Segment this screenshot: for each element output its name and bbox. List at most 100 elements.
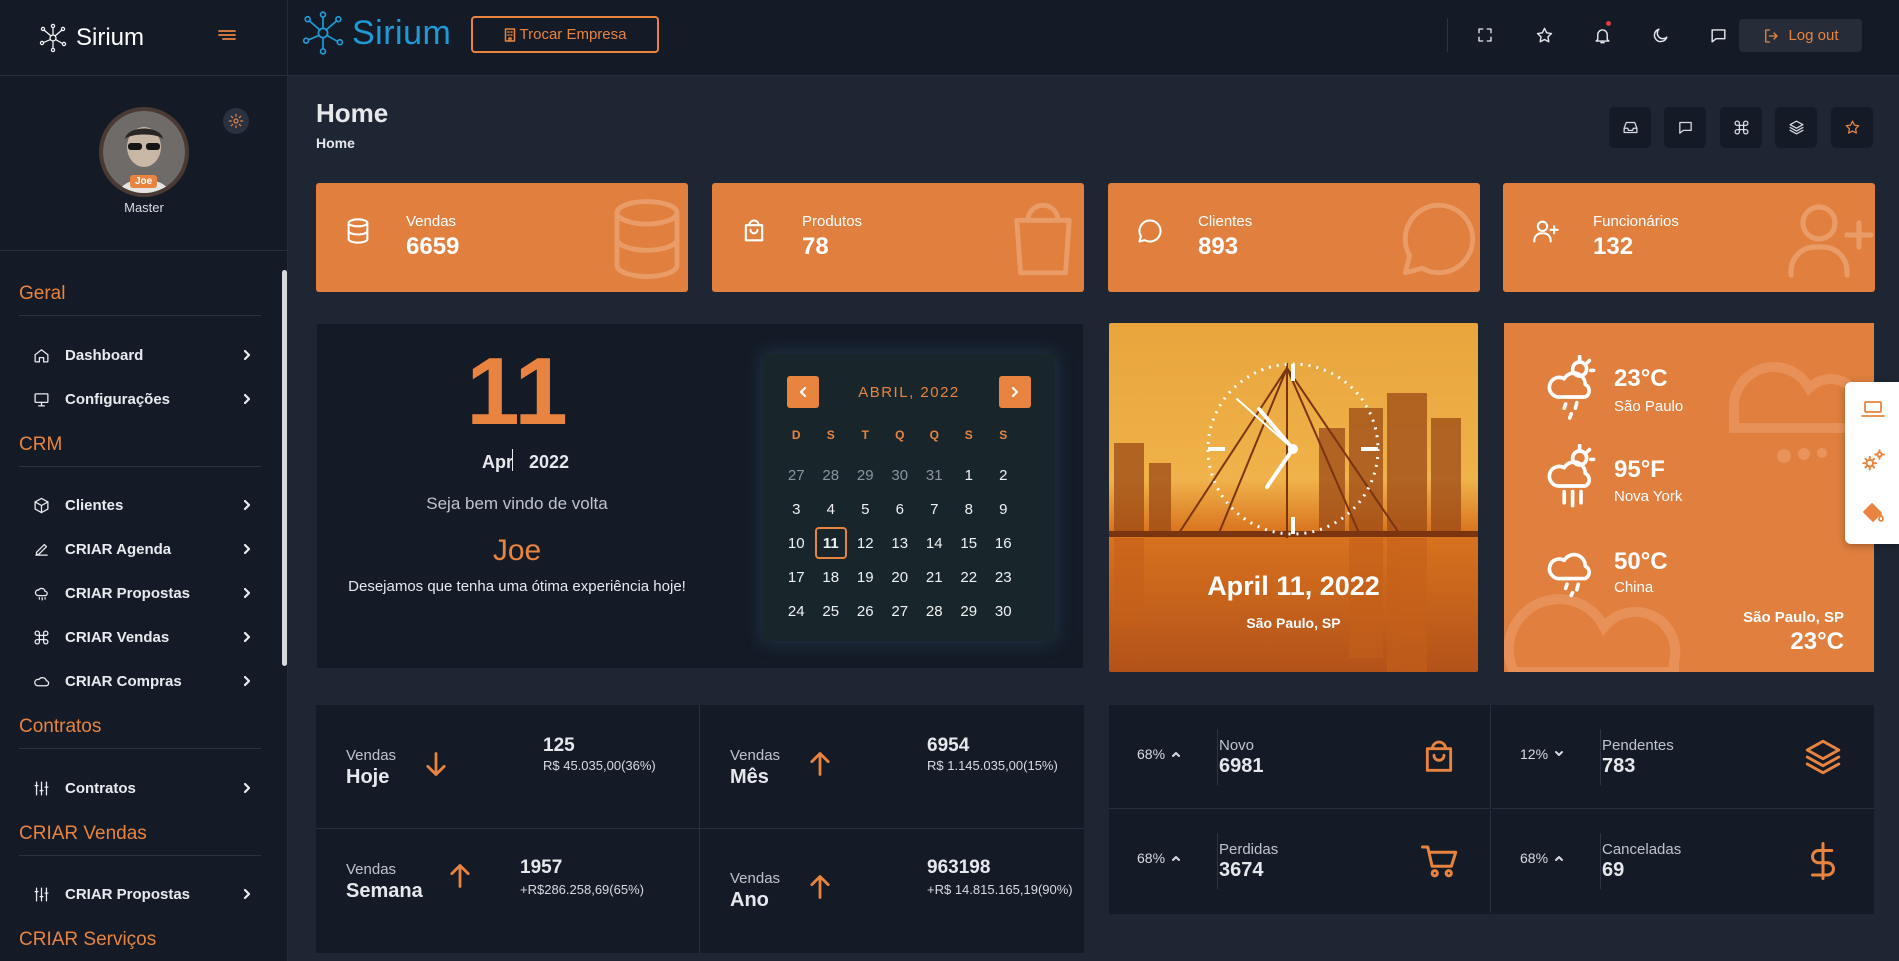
section-geral: Geral [19, 283, 261, 316]
sidebar-item-contratos[interactable]: Contratos [33, 777, 253, 799]
calendar-day[interactable]: 9 [986, 492, 1021, 526]
stat-card-funcionarios[interactable]: Funcionários 132 [1503, 183, 1875, 292]
profile-settings-gear-icon[interactable] [223, 108, 249, 134]
calendar-day[interactable]: 31 [917, 458, 952, 492]
switch-company-button[interactable]: Trocar Empresa [471, 16, 659, 53]
weather-temp: 95°F [1614, 456, 1665, 483]
orders-card-perdidas: 68% Perdidas 3674 [1109, 809, 1491, 913]
welcome-panel: 11 Apr 2022 Seja bem vindo de volta Joe … [316, 323, 1084, 669]
weather-city: São Paulo [1614, 398, 1684, 415]
calendar-day[interactable]: 4 [814, 492, 849, 526]
paint-bucket-icon [1860, 501, 1886, 525]
topbar-divider [1447, 18, 1448, 52]
divider [1217, 833, 1218, 889]
notifications-button[interactable] [1583, 18, 1621, 52]
welcome-message: Desejamos que tenha uma ótima experiênci… [348, 578, 686, 595]
calendar-day[interactable]: 23 [986, 560, 1021, 594]
sidebar-item-dashboard[interactable]: Dashboard [33, 344, 253, 366]
calendar-day[interactable]: 2 [986, 458, 1021, 492]
calendar-day[interactable]: 14 [917, 526, 952, 560]
calendar-day[interactable]: 29 [952, 594, 987, 628]
sidebar-scrollbar[interactable] [282, 270, 287, 666]
sidebar-item-criar-agenda[interactable]: CRIAR Agenda [33, 538, 253, 560]
orders-percent: 68% [1137, 746, 1181, 762]
favorite-page-button[interactable] [1831, 107, 1873, 148]
dark-mode-button[interactable] [1641, 18, 1679, 52]
calendar-day[interactable]: 6 [883, 492, 918, 526]
calendar-day[interactable]: 1 [952, 458, 987, 492]
calendar-day[interactable]: 17 [779, 560, 814, 594]
calendar-day[interactable]: 16 [986, 526, 1021, 560]
calendar-day[interactable]: 5 [848, 492, 883, 526]
top-logo[interactable]: Sirium [300, 10, 451, 56]
sidebar: Sirium Joe Master Geral Dashboard Config… [0, 0, 288, 961]
section-crm: CRM [19, 434, 261, 467]
calendar-day[interactable]: 13 [883, 526, 918, 560]
menu-toggle-icon[interactable] [216, 26, 238, 44]
calendar-day[interactable]: 10 [779, 526, 814, 560]
sidebar-item-configuracoes[interactable]: Configurações [33, 388, 253, 410]
calendar-day[interactable]: 28 [814, 458, 849, 492]
sidebar-item-clientes[interactable]: Clientes [33, 494, 253, 516]
star-icon [1535, 26, 1554, 45]
calendar-day[interactable]: 30 [986, 594, 1021, 628]
logout-button[interactable]: Log out [1739, 19, 1862, 52]
calendar-day[interactable]: 22 [952, 560, 987, 594]
favorites-button[interactable] [1525, 18, 1563, 52]
chevron-right-icon [241, 675, 253, 687]
calendar-weekday: T [861, 428, 869, 442]
calendar-day[interactable]: 15 [952, 526, 987, 560]
sales-money: R$ 45.035,00(36%) [543, 758, 656, 773]
inbox-icon [1622, 119, 1639, 136]
stat-card-vendas[interactable]: Vendas 6659 [316, 183, 688, 292]
calendar-day[interactable]: 24 [779, 594, 814, 628]
city-card-date: April 11, 2022 [1207, 571, 1380, 601]
sales-kicker: Vendas [730, 747, 781, 764]
comments-button[interactable] [1664, 107, 1706, 148]
breadcrumb[interactable]: Home [316, 135, 355, 151]
calendar-day[interactable]: 25 [814, 594, 849, 628]
stat-value: 893 [1198, 233, 1239, 260]
calendar-day[interactable]: 27 [883, 594, 918, 628]
cloud-icon [33, 673, 50, 690]
calendar-day[interactable]: 8 [952, 492, 987, 526]
calendar-day[interactable]: 28 [917, 594, 952, 628]
calendar-day[interactable]: 30 [883, 458, 918, 492]
calendar-day[interactable]: 18 [814, 560, 849, 594]
calendar-day[interactable]: 12 [848, 526, 883, 560]
chevron-right-icon [241, 543, 253, 555]
orders-percent-value: 68% [1137, 850, 1166, 866]
calendar-next-button[interactable] [999, 376, 1031, 408]
sidebar-item-criar-propostas[interactable]: CRIAR Propostas [33, 582, 253, 604]
calendar-day[interactable]: 21 [917, 560, 952, 594]
settings-tool-button[interactable] [1860, 448, 1886, 474]
stat-card-produtos[interactable]: Produtos 78 [712, 183, 1084, 292]
sidebar-item-criar-vendas[interactable]: CRIAR Vendas [33, 626, 253, 648]
inbox-button[interactable] [1609, 107, 1651, 148]
orders-percent: 12% [1520, 746, 1564, 762]
paint-tool-button[interactable] [1860, 500, 1886, 526]
sidebar-item-criar-propostas-2[interactable]: CRIAR Propostas [33, 883, 253, 905]
mini-calendar: ABRIL, 2022 D S T Q Q S S 27 28 29 30 31 1 2 3 4 5 6 7 8 9 10… [763, 354, 1055, 641]
sidebar-item-criar-compras[interactable]: CRIAR Compras [33, 670, 253, 692]
orders-percent-value: 68% [1137, 746, 1166, 762]
calendar-day[interactable]: 11 [814, 527, 847, 559]
sales-count: 1957 [520, 857, 563, 878]
calendar-day[interactable]: 20 [883, 560, 918, 594]
topbar: Sirium Trocar Empresa Log out [288, 0, 1899, 76]
calendar-day[interactable]: 26 [848, 594, 883, 628]
stat-card-clientes[interactable]: Clientes 893 [1108, 183, 1480, 292]
user-plus-icon [1783, 191, 1875, 287]
calendar-day[interactable]: 7 [917, 492, 952, 526]
calendar-day[interactable]: 3 [779, 492, 814, 526]
fullscreen-button[interactable] [1466, 18, 1504, 52]
calendar-day[interactable]: 29 [848, 458, 883, 492]
layers-button[interactable] [1775, 107, 1817, 148]
laptop-tool-button[interactable] [1860, 396, 1886, 422]
sliders-icon [33, 886, 50, 903]
calendar-day[interactable]: 27 [779, 458, 814, 492]
shortcuts-button[interactable] [1720, 107, 1762, 148]
sales-card-ano: Vendas Ano 963198 +R$ 14.815.165,19(90%) [700, 829, 1084, 953]
calendar-day[interactable]: 19 [848, 560, 883, 594]
messages-button[interactable] [1699, 18, 1737, 52]
